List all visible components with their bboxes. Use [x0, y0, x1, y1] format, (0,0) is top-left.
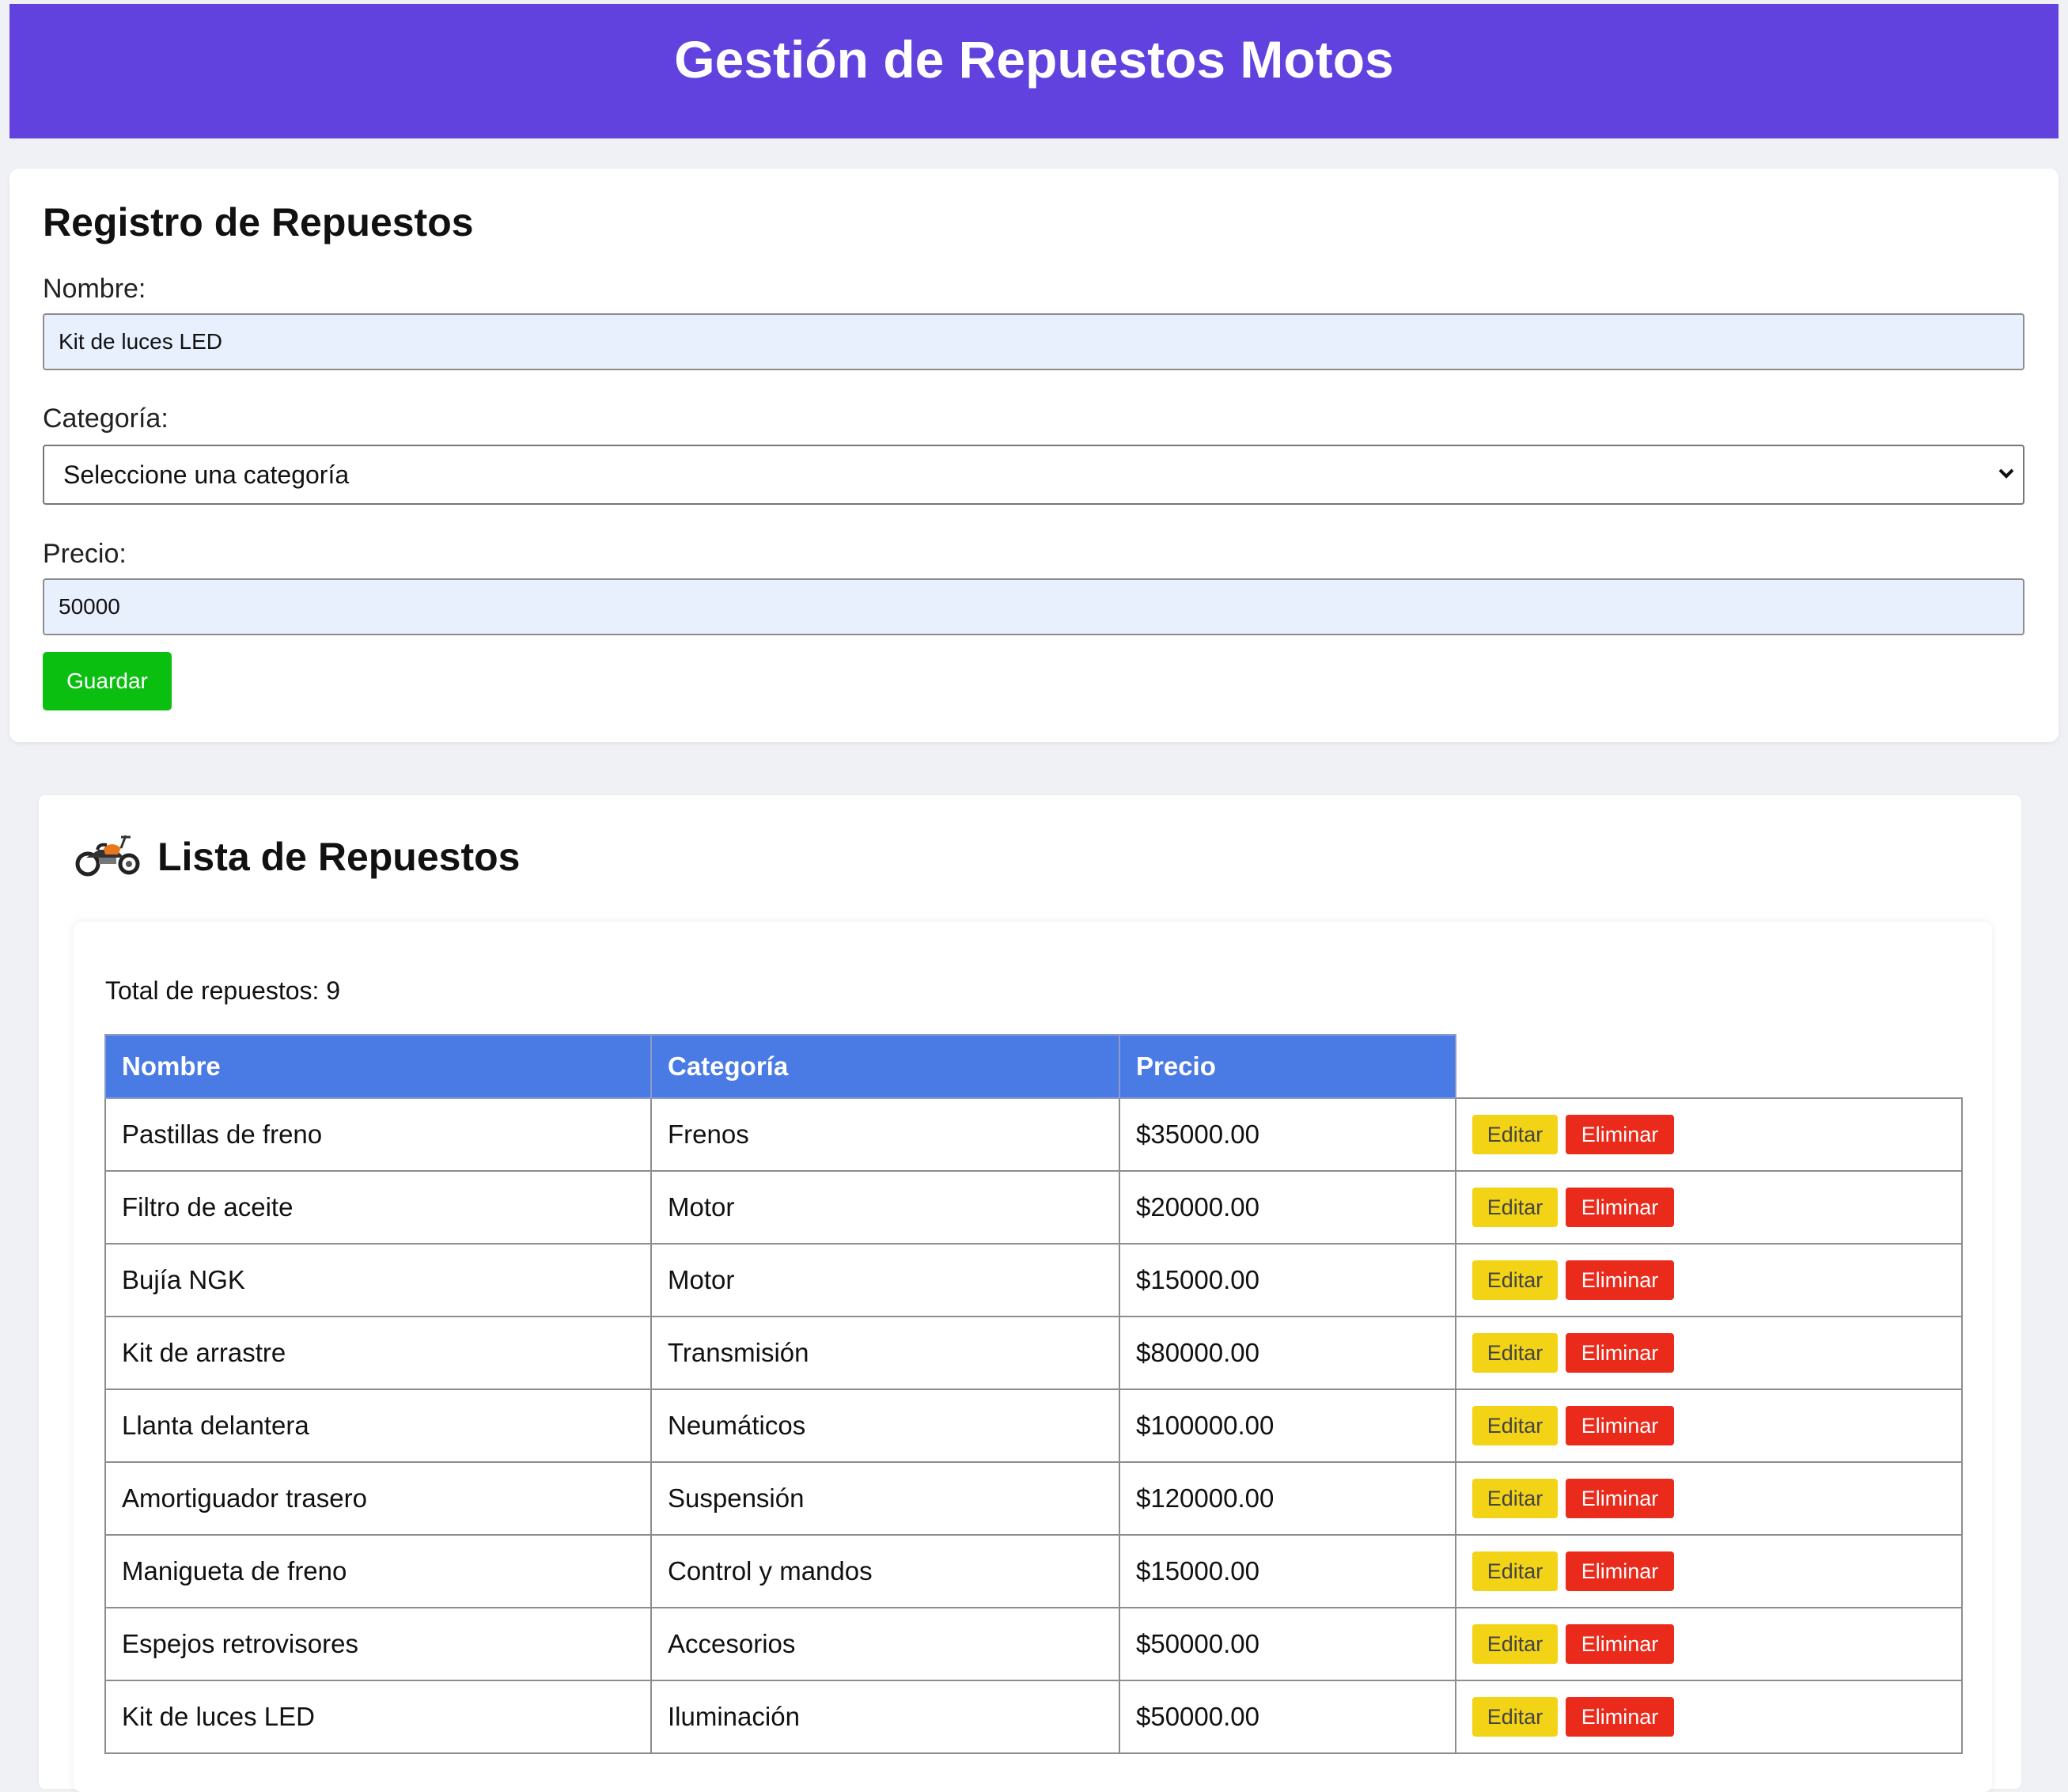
table-row: Manigueta de freno Control y mandos $15000… — [104, 1534, 1963, 1608]
delete-button[interactable]: Eliminar — [1566, 1697, 1674, 1737]
cell-categoria: Transmisión — [650, 1316, 1120, 1390]
categoria-label: Categoría: — [43, 403, 169, 434]
column-header-actions — [1456, 1035, 1962, 1099]
edit-button[interactable]: Editar — [1472, 1624, 1558, 1664]
edit-button[interactable]: Editar — [1472, 1697, 1558, 1737]
total-count: Total de repuestos: 9 — [105, 976, 341, 1005]
nombre-label: Nombre: — [43, 274, 146, 304]
edit-button[interactable]: Editar — [1472, 1406, 1558, 1445]
cell-precio: $50000.00 — [1119, 1680, 1456, 1754]
column-header-categoria: Categoría — [650, 1034, 1120, 1099]
cell-actions: Editar Eliminar — [1455, 1680, 1963, 1754]
cell-nombre: Kit de arrastre — [104, 1316, 652, 1390]
chevron-down-icon — [1996, 457, 2017, 496]
form-title: Registro de Repuestos — [43, 200, 474, 244]
app-header: Gestión de Repuestos Motos — [9, 4, 2059, 138]
table-row: Bujía NGK Motor $15000.00 Editar Eliminar — [104, 1243, 1963, 1317]
cell-actions: Editar Eliminar — [1455, 1461, 1963, 1536]
column-header-nombre: Nombre — [104, 1034, 652, 1099]
nombre-input[interactable]: Kit de luces LED — [43, 313, 2024, 370]
delete-button[interactable]: Eliminar — [1566, 1333, 1674, 1373]
cell-actions: Editar Eliminar — [1455, 1097, 1963, 1172]
edit-button[interactable]: Editar — [1472, 1551, 1558, 1591]
column-header-precio: Precio — [1119, 1034, 1456, 1099]
delete-button[interactable]: Eliminar — [1566, 1115, 1674, 1154]
edit-button[interactable]: Editar — [1472, 1260, 1558, 1300]
table-row: Pastillas de freno Frenos $35000.00 Editar E… — [104, 1097, 1963, 1172]
delete-button[interactable]: Eliminar — [1566, 1551, 1674, 1591]
cell-nombre: Bujía NGK — [104, 1243, 652, 1317]
cell-precio: $120000.00 — [1119, 1461, 1456, 1536]
edit-button[interactable]: Editar — [1472, 1479, 1558, 1518]
parts-table: Nombre Categoría Precio Pastillas de fre… — [104, 1034, 1963, 1754]
cell-categoria: Neumáticos — [650, 1389, 1120, 1463]
cell-nombre: Llanta delantera — [104, 1389, 652, 1463]
cell-actions: Editar Eliminar — [1455, 1607, 1963, 1681]
cell-nombre: Kit de luces LED — [104, 1680, 652, 1754]
edit-button[interactable]: Editar — [1472, 1115, 1558, 1154]
precio-input[interactable]: 50000 — [43, 578, 2024, 635]
list-title: Lista de Repuestos — [157, 834, 521, 879]
cell-actions: Editar Eliminar — [1455, 1243, 1963, 1317]
edit-button[interactable]: Editar — [1472, 1333, 1558, 1373]
delete-button[interactable]: Eliminar — [1566, 1260, 1674, 1300]
delete-button[interactable]: Eliminar — [1566, 1188, 1674, 1227]
cell-precio: $100000.00 — [1119, 1389, 1456, 1463]
table-row: Espejos retrovisores Accesorios $50000.00 E… — [104, 1607, 1963, 1681]
precio-label: Precio: — [43, 539, 127, 569]
table-header-row: Nombre Categoría Precio — [104, 1034, 1962, 1099]
cell-precio: $35000.00 — [1119, 1097, 1456, 1172]
table-row: Amortiguador trasero Suspensión $120000.00… — [104, 1461, 1963, 1536]
cell-categoria: Control y mandos — [650, 1534, 1120, 1608]
edit-button[interactable]: Editar — [1472, 1188, 1558, 1227]
cell-nombre: Amortiguador trasero — [104, 1461, 652, 1536]
cell-categoria: Accesorios — [650, 1607, 1120, 1681]
cell-actions: Editar Eliminar — [1455, 1534, 1963, 1608]
cell-precio: $80000.00 — [1119, 1316, 1456, 1390]
cell-actions: Editar Eliminar — [1455, 1389, 1963, 1463]
cell-categoria: Motor — [650, 1243, 1120, 1317]
cell-nombre: Pastillas de freno — [104, 1097, 652, 1172]
list-header: Lista de Repuestos — [75, 831, 520, 882]
cell-actions: Editar Eliminar — [1455, 1316, 1963, 1390]
delete-button[interactable]: Eliminar — [1566, 1406, 1674, 1445]
cell-precio: $15000.00 — [1119, 1534, 1456, 1608]
cell-precio: $15000.00 — [1119, 1243, 1456, 1317]
table-row: Llanta delantera Neumáticos $100000.00 Edit… — [104, 1389, 1963, 1463]
cell-categoria: Motor — [650, 1170, 1120, 1245]
cell-actions: Editar Eliminar — [1455, 1170, 1963, 1245]
motorcycle-icon — [75, 831, 142, 882]
cell-categoria: Suspensión — [650, 1461, 1120, 1536]
page-title: Gestión de Repuestos Motos — [674, 30, 1394, 89]
cell-categoria: Frenos — [650, 1097, 1120, 1172]
table-row: Filtro de aceite Motor $20000.00 Editar Elim… — [104, 1170, 1963, 1245]
save-button[interactable]: Guardar — [43, 652, 172, 710]
categoria-select-value: Seleccione una categoría — [63, 460, 350, 489]
table-row: Kit de arrastre Transmisión $80000.00 Edita… — [104, 1316, 1963, 1390]
cell-precio: $20000.00 — [1119, 1170, 1456, 1245]
cell-precio: $50000.00 — [1119, 1607, 1456, 1681]
delete-button[interactable]: Eliminar — [1566, 1624, 1674, 1664]
categoria-select[interactable]: Seleccione una categoría — [43, 445, 2024, 505]
cell-categoria: Iluminación — [650, 1680, 1120, 1754]
cell-nombre: Filtro de aceite — [104, 1170, 652, 1245]
cell-nombre: Manigueta de freno — [104, 1534, 652, 1608]
table-row: Kit de luces LED Iluminación $50000.00 Edit… — [104, 1680, 1963, 1754]
cell-nombre: Espejos retrovisores — [104, 1607, 652, 1681]
delete-button[interactable]: Eliminar — [1566, 1479, 1674, 1518]
